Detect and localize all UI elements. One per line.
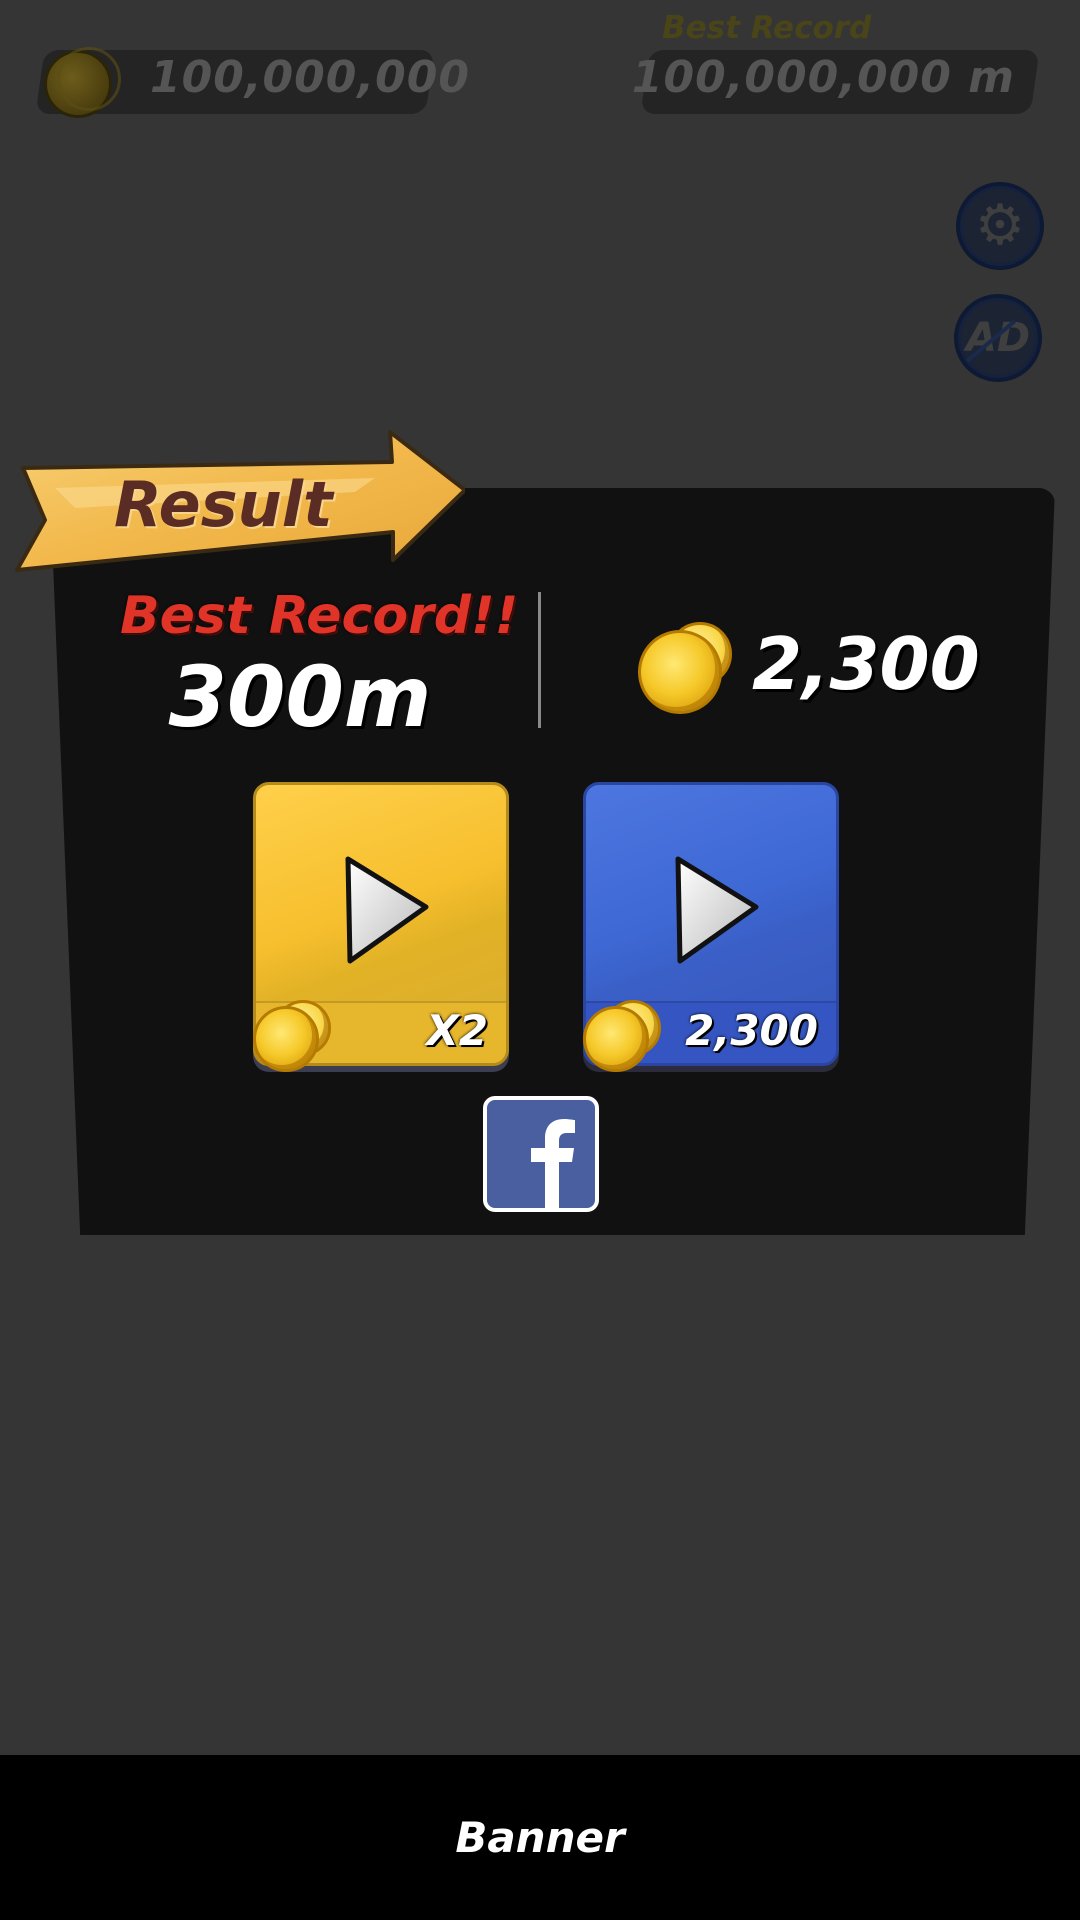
gear-icon: ⚙: [974, 193, 1026, 258]
best-record-value: 100,000,000 m: [631, 52, 1015, 103]
coins-earned: 2,300: [752, 622, 980, 706]
result-title: Result: [114, 468, 333, 541]
coin-icon: [638, 622, 738, 714]
coin-icon: [253, 1000, 333, 1072]
facebook-share-button[interactable]: [483, 1096, 599, 1212]
play-cost-label: 2,300: [685, 1006, 818, 1055]
facebook-icon: [531, 1119, 575, 1208]
double-reward-label: X2: [426, 1006, 488, 1055]
ad-icon: AD: [965, 315, 1031, 361]
banner-label: Banner: [455, 1813, 625, 1862]
play-icon: [675, 856, 759, 964]
coin-icon: [44, 47, 121, 118]
banner-ad[interactable]: Banner: [0, 1755, 1080, 1920]
result-screen: 100,000,000 Best Record 100,000,000 m ⚙ …: [0, 0, 1080, 1920]
divider: [538, 592, 541, 728]
coin-total: 100,000,000: [150, 52, 470, 103]
coin-icon: [583, 1000, 663, 1072]
distance-value: 300m: [168, 648, 432, 746]
settings-button[interactable]: ⚙: [956, 182, 1044, 270]
remove-ads-button[interactable]: AD: [954, 294, 1042, 382]
best-record-label: Best Record!!: [120, 586, 519, 646]
play-icon: [345, 856, 429, 964]
best-record-caption: Best Record: [662, 10, 872, 46]
